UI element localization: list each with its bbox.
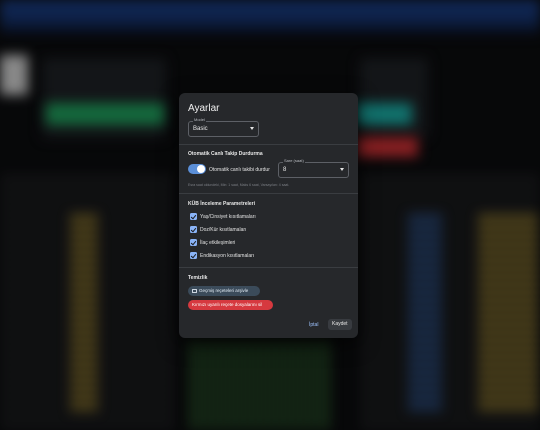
divider bbox=[179, 267, 358, 268]
section-title-auto-tracking: Otomatik Canlı Takip Durdurma bbox=[188, 151, 263, 157]
dialog-title: Ayarlar bbox=[188, 103, 220, 114]
model-select-label: Model bbox=[193, 117, 206, 122]
section-title-cleanup: Temizlik bbox=[188, 275, 208, 281]
hours-select[interactable]: Sare (saat) 8 bbox=[278, 158, 349, 178]
settings-dialog: Ayarlar Model Basic Otomatik Canlı Takip… bbox=[179, 93, 358, 338]
archive-icon bbox=[192, 288, 197, 293]
helper-text: Esra saat oldundeki, Min: 1 saat, Maks 6… bbox=[188, 183, 290, 187]
dropdown-arrow-icon bbox=[250, 127, 254, 130]
section-title-kub-params: KÜB İnceleme Parametreleri bbox=[188, 201, 255, 207]
checkbox-label: Yaş/Cinsiyet kısıtlamaları bbox=[200, 214, 256, 220]
cancel-button[interactable]: İptal bbox=[309, 322, 318, 328]
hours-select-value: 8 bbox=[283, 167, 287, 173]
model-select[interactable]: Model Basic bbox=[188, 117, 259, 137]
save-button[interactable]: Kaydet bbox=[328, 319, 352, 330]
dropdown-arrow-icon bbox=[340, 168, 344, 171]
checkbox-checked-icon[interactable] bbox=[190, 213, 197, 220]
auto-stop-toggle-label: Otomatik canlı takibi durdur bbox=[209, 167, 270, 173]
divider bbox=[179, 193, 358, 194]
archive-button-label: Geçmiş reçeteleri arşivle bbox=[199, 288, 249, 293]
checkbox-label: İlaç etkileşimleri bbox=[200, 240, 236, 246]
checkbox-checked-icon[interactable] bbox=[190, 252, 197, 259]
checkbox-label: Doz/Kür kısıtlamaları bbox=[200, 227, 247, 233]
checkbox-checked-icon[interactable] bbox=[190, 239, 197, 246]
delete-red-alert-files-button[interactable]: Kırmızı uyarılı reçete dosyalarını sil bbox=[188, 300, 273, 310]
delete-button-label: Kırmızı uyarılı reçete dosyalarını sil bbox=[192, 302, 263, 307]
archive-prescriptions-button[interactable]: Geçmiş reçeteleri arşivle bbox=[188, 286, 260, 296]
divider bbox=[179, 144, 358, 145]
checkbox-checked-icon[interactable] bbox=[190, 226, 197, 233]
toggle-knob bbox=[197, 165, 205, 173]
hours-select-label: Sare (saat) bbox=[283, 158, 305, 163]
auto-stop-toggle[interactable] bbox=[188, 164, 206, 174]
model-select-value: Basic bbox=[193, 126, 208, 132]
checkbox-label: Endikasyon kısıtlamaları bbox=[200, 253, 255, 259]
